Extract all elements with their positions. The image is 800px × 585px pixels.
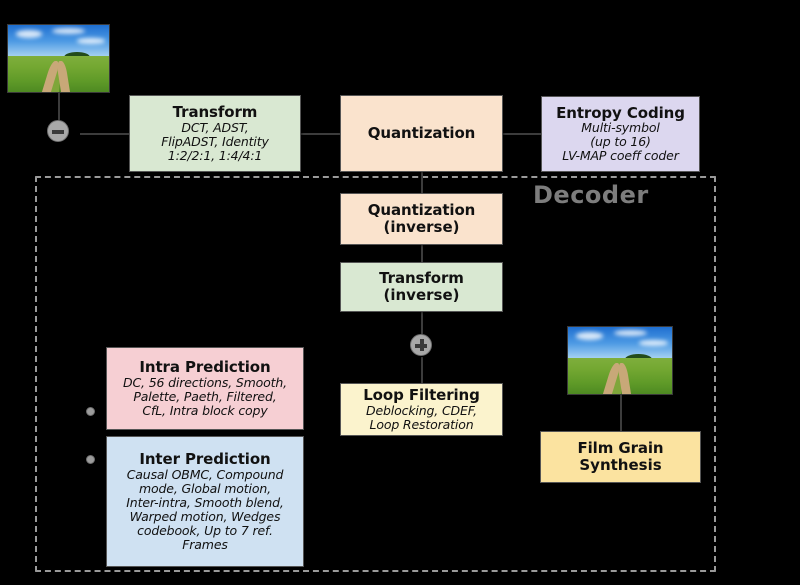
- node-entropy-coding-title: Entropy Coding: [556, 103, 685, 122]
- connector-quantization-to-inverse: [421, 172, 423, 194]
- node-transform-inverse-title: Transform: [379, 269, 464, 288]
- node-quantization-inverse[interactable]: Quantization (inverse): [340, 193, 503, 245]
- node-intra-prediction-subtitle: DC, 56 directions, Smooth, Palette, Paet…: [123, 374, 287, 418]
- cloud-shape: [76, 38, 105, 44]
- subtract-operator[interactable]: [47, 120, 69, 142]
- node-intra-prediction[interactable]: Intra Prediction DC, 56 directions, Smoo…: [106, 347, 304, 430]
- node-transform-subtitle: DCT, ADST, FlipADST, Identity 1:2/2:1, 1…: [161, 119, 269, 163]
- node-inter-prediction-subtitle: Causal OBMC, Compound mode, Global motio…: [126, 466, 284, 552]
- decoder-region-label: Decoder: [533, 181, 649, 209]
- node-entropy-coding[interactable]: Entropy Coding Multi-symbol (up to 16) L…: [541, 96, 700, 172]
- cloud-shape: [16, 30, 43, 38]
- cloud-shape: [52, 27, 85, 34]
- node-intra-prediction-title: Intra Prediction: [139, 358, 271, 377]
- connector-quant-inv-to-transform-inv: [421, 245, 423, 263]
- source-frame-thumbnail: [7, 24, 110, 93]
- cloud-shape: [638, 340, 668, 346]
- minus-icon: [52, 130, 64, 134]
- connector-transform-to-quantization: [301, 133, 341, 135]
- node-loop-filtering[interactable]: Loop Filtering Deblocking, CDEF, Loop Re…: [340, 383, 503, 436]
- node-film-grain-synthesis-title2: Synthesis: [579, 456, 662, 474]
- plus-icon-vertical: [420, 339, 424, 351]
- output-frame-thumbnail: [567, 326, 673, 395]
- diagram-canvas: Decoder Transform DCT, ADST, FlipADST, I…: [0, 0, 800, 585]
- node-film-grain-synthesis-title: Film Grain: [577, 439, 664, 458]
- node-transform-title: Transform: [172, 103, 258, 122]
- connector-thumb-to-film-grain: [620, 395, 622, 432]
- add-operator[interactable]: [410, 334, 432, 356]
- cloud-shape: [613, 329, 648, 336]
- node-inter-prediction-title: Inter Prediction: [139, 450, 271, 469]
- node-loop-filtering-subtitle: Deblocking, CDEF, Loop Restoration: [365, 402, 477, 432]
- node-transform[interactable]: Transform DCT, ADST, FlipADST, Identity …: [129, 95, 301, 172]
- node-inter-prediction[interactable]: Inter Prediction Causal OBMC, Compound m…: [106, 436, 304, 567]
- node-quantization-inverse-title: Quantization: [367, 201, 476, 220]
- node-quantization-inverse-qualifier: (inverse): [383, 218, 460, 236]
- node-quantization-title: Quantization: [367, 124, 476, 143]
- node-transform-inverse[interactable]: Transform (inverse): [340, 262, 503, 312]
- node-quantization[interactable]: Quantization: [340, 95, 503, 172]
- intra-prediction-input-dot: [86, 407, 95, 416]
- cloud-shape: [576, 332, 604, 340]
- node-film-grain-synthesis[interactable]: Film Grain Synthesis: [540, 431, 701, 483]
- inter-prediction-input-dot: [86, 455, 95, 464]
- node-loop-filtering-title: Loop Filtering: [363, 386, 480, 405]
- connector-transform-inv-to-add: [421, 312, 423, 334]
- connector-quantization-to-entropy: [503, 133, 542, 135]
- node-entropy-coding-subtitle: Multi-symbol (up to 16) LV-MAP coeff cod…: [562, 120, 679, 164]
- node-transform-inverse-qualifier: (inverse): [383, 286, 460, 304]
- connector-source-thumb-to-subtract: [58, 93, 60, 120]
- connector-add-to-loop-filter: [421, 357, 423, 384]
- connector-subtract-to-transform: [80, 133, 129, 135]
